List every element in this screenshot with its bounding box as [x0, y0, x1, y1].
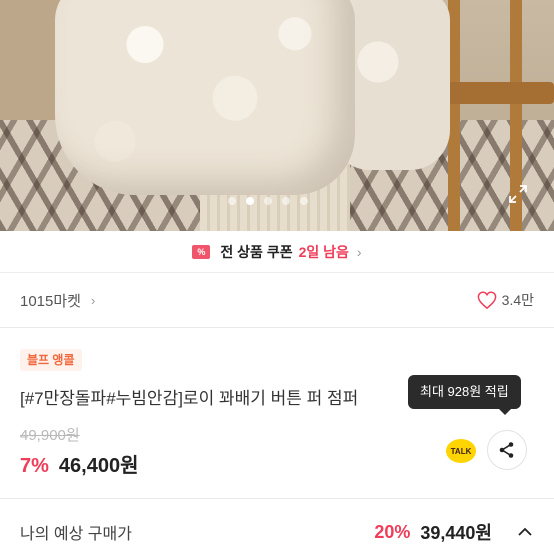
- photo-fur-jacket: [55, 0, 355, 195]
- seller-link[interactable]: 1015마켓 ›: [20, 290, 95, 311]
- points-tooltip: 최대 928원 적립: [408, 375, 521, 415]
- chevron-right-icon: ›: [356, 243, 362, 260]
- seller-name: 1015마켓: [20, 292, 81, 310]
- promo-badge: 블프 앵콜: [20, 349, 82, 371]
- expand-icon[interactable]: [508, 184, 528, 204]
- coupon-icon: %: [192, 244, 211, 259]
- expected-price-values: 20% 39,440원: [374, 519, 534, 545]
- coupon-banner[interactable]: % 전 상품 쿠폰 2일 남음 ›: [0, 231, 554, 273]
- talk-icon: TALK: [446, 439, 476, 463]
- kakao-talk-button[interactable]: TALK: [442, 432, 480, 470]
- expected-discount: 20%: [374, 521, 411, 542]
- gallery-dot[interactable]: [282, 197, 290, 205]
- price-row: 7% 46,400원: [20, 449, 138, 478]
- chevron-up-icon[interactable]: [516, 523, 534, 541]
- section-divider: [0, 498, 554, 499]
- coupon-remaining: 2일 남음: [298, 243, 349, 260]
- gallery-dot[interactable]: [228, 197, 236, 205]
- product-title: [#7만장돌파#누빔안감]로이 꽈배기 버튼 퍼 점퍼: [20, 389, 359, 408]
- original-price: 49,900원: [20, 427, 80, 444]
- gallery-dot-active[interactable]: [246, 197, 254, 205]
- chevron-right-icon: ›: [90, 292, 96, 308]
- gallery-dot[interactable]: [264, 197, 272, 205]
- photo-chair: [440, 0, 554, 231]
- sale-price: 46,400원: [58, 455, 139, 477]
- seller-row: 1015마켓 › 3.4만: [0, 273, 554, 328]
- expected-price-row[interactable]: 나의 예상 구매가 20% 39,440원: [0, 510, 554, 554]
- share-button[interactable]: [487, 430, 527, 470]
- like-count: 3.4만: [501, 292, 534, 308]
- coupon-text: 전 상품 쿠폰: [220, 243, 293, 260]
- gallery-pagination: [228, 197, 308, 205]
- expected-price: 39,440원: [420, 523, 492, 543]
- gallery-dot[interactable]: [300, 197, 308, 205]
- expected-price-label: 나의 예상 구매가: [20, 526, 132, 543]
- discount-rate: 7%: [20, 455, 49, 477]
- photo-chair-seat: [446, 82, 554, 104]
- like-button[interactable]: 3.4만: [477, 290, 534, 310]
- share-icon: [499, 442, 514, 458]
- product-image[interactable]: [0, 0, 554, 231]
- heart-icon: [477, 291, 496, 309]
